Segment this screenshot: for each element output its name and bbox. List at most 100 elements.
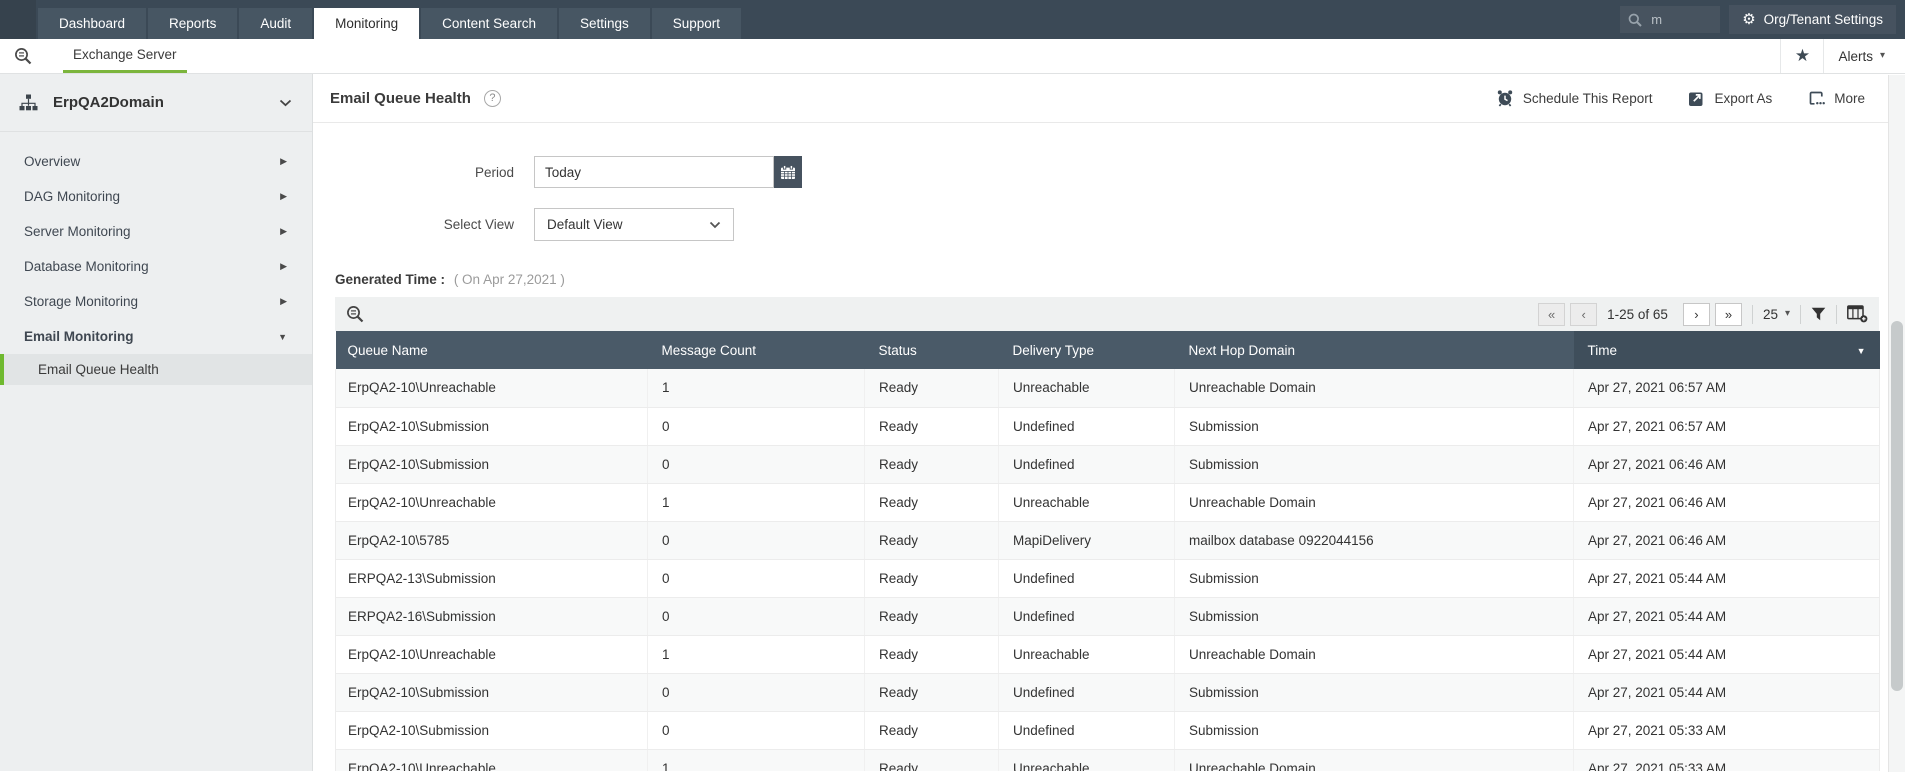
toolbar-divider bbox=[1751, 304, 1753, 324]
cell-delivery-type: MapiDelivery bbox=[998, 521, 1175, 560]
column-header-delivery-type[interactable]: Delivery Type bbox=[998, 331, 1175, 369]
table-row[interactable]: ErpQA2-10\Unreachable 1 Ready Unreachabl… bbox=[335, 369, 1880, 408]
cell-delivery-type: Undefined bbox=[998, 445, 1175, 484]
alerts-dropdown[interactable]: Alerts ▾ bbox=[1824, 49, 1905, 64]
tab-dashboard[interactable]: Dashboard bbox=[38, 8, 147, 39]
next-page-button[interactable]: › bbox=[1682, 302, 1710, 326]
sidebar-item-database-monitoring[interactable]: Database Monitoring ▶ bbox=[0, 249, 312, 284]
cell-next-hop-domain: Unreachable Domain bbox=[1174, 483, 1574, 522]
chevron-down-icon: ▾ bbox=[1784, 308, 1790, 319]
schedule-report-button[interactable]: Schedule This Report bbox=[1496, 89, 1652, 107]
tab-support[interactable]: Support bbox=[651, 8, 742, 39]
top-navigation: Dashboard Reports Audit Monitoring Conte… bbox=[0, 0, 1905, 39]
cell-status: Ready bbox=[864, 597, 999, 636]
table-row[interactable]: ErpQA2-10\Submission 0 Ready Undefined S… bbox=[335, 407, 1880, 446]
more-button[interactable]: More bbox=[1808, 90, 1865, 107]
page-size-select[interactable]: 25 ▾ bbox=[1763, 307, 1790, 322]
sidebar-item-email-monitoring[interactable]: Email Monitoring ▼ bbox=[0, 319, 312, 354]
cell-queue-name: ErpQA2-10\Unreachable bbox=[335, 749, 648, 771]
sidebar: ErpQA2Domain Overview ▶ DAG Monitoring ▶… bbox=[0, 74, 313, 771]
cell-queue-name: ErpQA2-10\Submission bbox=[335, 407, 648, 446]
topnav-right: ⚙ Org/Tenant Settings bbox=[1620, 5, 1896, 34]
alerts-label: Alerts bbox=[1838, 48, 1873, 64]
column-header-time[interactable]: ▼ Time bbox=[1573, 331, 1880, 369]
report-actions: Schedule This Report Export As More bbox=[1496, 89, 1865, 107]
calendar-button[interactable] bbox=[774, 156, 802, 188]
table-row[interactable]: ErpQA2-10\5785 0 Ready MapiDelivery mail… bbox=[335, 521, 1880, 560]
cell-queue-name: ERPQA2-13\Submission bbox=[335, 559, 648, 598]
more-icon bbox=[1808, 90, 1826, 107]
tab-audit[interactable]: Audit bbox=[239, 8, 313, 39]
chevron-down-icon bbox=[279, 99, 292, 107]
tab-content-search[interactable]: Content Search bbox=[421, 8, 557, 39]
domain-name: ErpQA2Domain bbox=[53, 94, 164, 111]
cell-queue-name: ErpQA2-10\Unreachable bbox=[335, 483, 648, 522]
cell-next-hop-domain: mailbox database 0922044156 bbox=[1174, 521, 1574, 560]
scrollbar-thumb[interactable] bbox=[1891, 321, 1903, 691]
table-row[interactable]: ErpQA2-10\Submission 0 Ready Undefined S… bbox=[335, 673, 1880, 712]
chevron-down-icon bbox=[709, 221, 721, 229]
column-chooser-icon[interactable] bbox=[1847, 305, 1868, 323]
nav-search-input[interactable] bbox=[1649, 11, 1710, 28]
org-tenant-settings-button[interactable]: ⚙ Org/Tenant Settings bbox=[1729, 5, 1896, 34]
cell-delivery-type: Unreachable bbox=[998, 483, 1175, 522]
table-row[interactable]: ErpQA2-10\Unreachable 1 Ready Unreachabl… bbox=[335, 483, 1880, 522]
page-title: Email Queue Health bbox=[330, 89, 471, 107]
tab-settings[interactable]: Settings bbox=[558, 8, 650, 39]
vertical-scrollbar[interactable] bbox=[1888, 75, 1905, 772]
select-view-label: Select View bbox=[443, 217, 514, 232]
report-filters: Period Select View Default View bbox=[313, 156, 1905, 241]
table-row[interactable]: ErpQA2-10\Unreachable 1 Ready Unreachabl… bbox=[335, 749, 1880, 771]
first-page-button[interactable]: « bbox=[1538, 302, 1566, 326]
cell-delivery-type: Unreachable bbox=[998, 635, 1175, 674]
sidebar-item-email-queue-health[interactable]: Email Queue Health bbox=[0, 354, 312, 385]
cell-time: Apr 27, 2021 06:57 AM bbox=[1573, 369, 1880, 408]
export-as-button[interactable]: Export As bbox=[1688, 90, 1772, 107]
sidebar-menu: Overview ▶ DAG Monitoring ▶ Server Monit… bbox=[0, 132, 312, 385]
table-row[interactable]: ErpQA2-10\Unreachable 1 Ready Unreachabl… bbox=[335, 635, 1880, 674]
table-row[interactable]: ErpQA2-10\Submission 0 Ready Undefined S… bbox=[335, 445, 1880, 484]
cell-time: Apr 27, 2021 05:44 AM bbox=[1573, 559, 1880, 598]
sidebar-item-overview[interactable]: Overview ▶ bbox=[0, 144, 312, 179]
cell-message-count: 0 bbox=[647, 445, 865, 484]
favorite-star-icon[interactable]: ★ bbox=[1780, 39, 1825, 73]
nav-tabs: Dashboard Reports Audit Monitoring Conte… bbox=[38, 8, 742, 39]
calendar-icon bbox=[780, 164, 796, 180]
filter-icon[interactable] bbox=[1811, 307, 1826, 321]
sidebar-item-storage-monitoring[interactable]: Storage Monitoring ▶ bbox=[0, 284, 312, 319]
sidebar-subitem-label: Email Queue Health bbox=[38, 362, 159, 377]
tab-monitoring[interactable]: Monitoring bbox=[314, 8, 420, 39]
cell-next-hop-domain: Submission bbox=[1174, 673, 1574, 712]
last-page-button[interactable]: » bbox=[1714, 302, 1742, 326]
report-search-icon[interactable] bbox=[14, 47, 33, 65]
tab-reports[interactable]: Reports bbox=[148, 8, 238, 39]
cell-delivery-type: Unreachable bbox=[998, 369, 1175, 408]
generated-time-label: Generated Time : bbox=[335, 272, 446, 287]
domain-selector[interactable]: ErpQA2Domain bbox=[0, 74, 312, 132]
table-row[interactable]: ERPQA2-16\Submission 0 Ready Undefined S… bbox=[335, 597, 1880, 636]
report-table: Queue Name Message Count Status Delivery… bbox=[335, 331, 1880, 771]
table-row[interactable]: ERPQA2-13\Submission 0 Ready Undefined S… bbox=[335, 559, 1880, 598]
pagination-range: 1-25 of 65 bbox=[1607, 306, 1668, 322]
previous-page-button[interactable]: ‹ bbox=[1570, 302, 1598, 326]
column-header-next-hop-domain[interactable]: Next Hop Domain bbox=[1174, 331, 1574, 369]
column-header-queue-name[interactable]: Queue Name bbox=[335, 331, 648, 369]
period-row: Period bbox=[313, 156, 1905, 188]
sidebar-item-dag-monitoring[interactable]: DAG Monitoring ▶ bbox=[0, 179, 312, 214]
table-header-row: Queue Name Message Count Status Delivery… bbox=[335, 331, 1880, 369]
help-icon[interactable]: ? bbox=[483, 89, 501, 107]
cell-queue-name: ErpQA2-10\Submission bbox=[335, 445, 648, 484]
period-input[interactable] bbox=[534, 156, 774, 188]
tab-exchange-server[interactable]: Exchange Server bbox=[63, 39, 187, 73]
cell-status: Ready bbox=[864, 559, 999, 598]
view-select[interactable]: Default View bbox=[534, 208, 734, 241]
table-search-icon[interactable] bbox=[346, 305, 365, 323]
column-header-message-count[interactable]: Message Count bbox=[647, 331, 865, 369]
table-row[interactable]: ErpQA2-10\Submission 0 Ready Undefined S… bbox=[335, 711, 1880, 750]
view-select-value: Default View bbox=[547, 217, 623, 232]
subnav-right: ★ Alerts ▾ bbox=[1780, 39, 1905, 73]
column-header-status[interactable]: Status bbox=[864, 331, 999, 369]
nav-search-box[interactable] bbox=[1620, 6, 1721, 33]
export-icon bbox=[1688, 90, 1705, 107]
sidebar-item-server-monitoring[interactable]: Server Monitoring ▶ bbox=[0, 214, 312, 249]
